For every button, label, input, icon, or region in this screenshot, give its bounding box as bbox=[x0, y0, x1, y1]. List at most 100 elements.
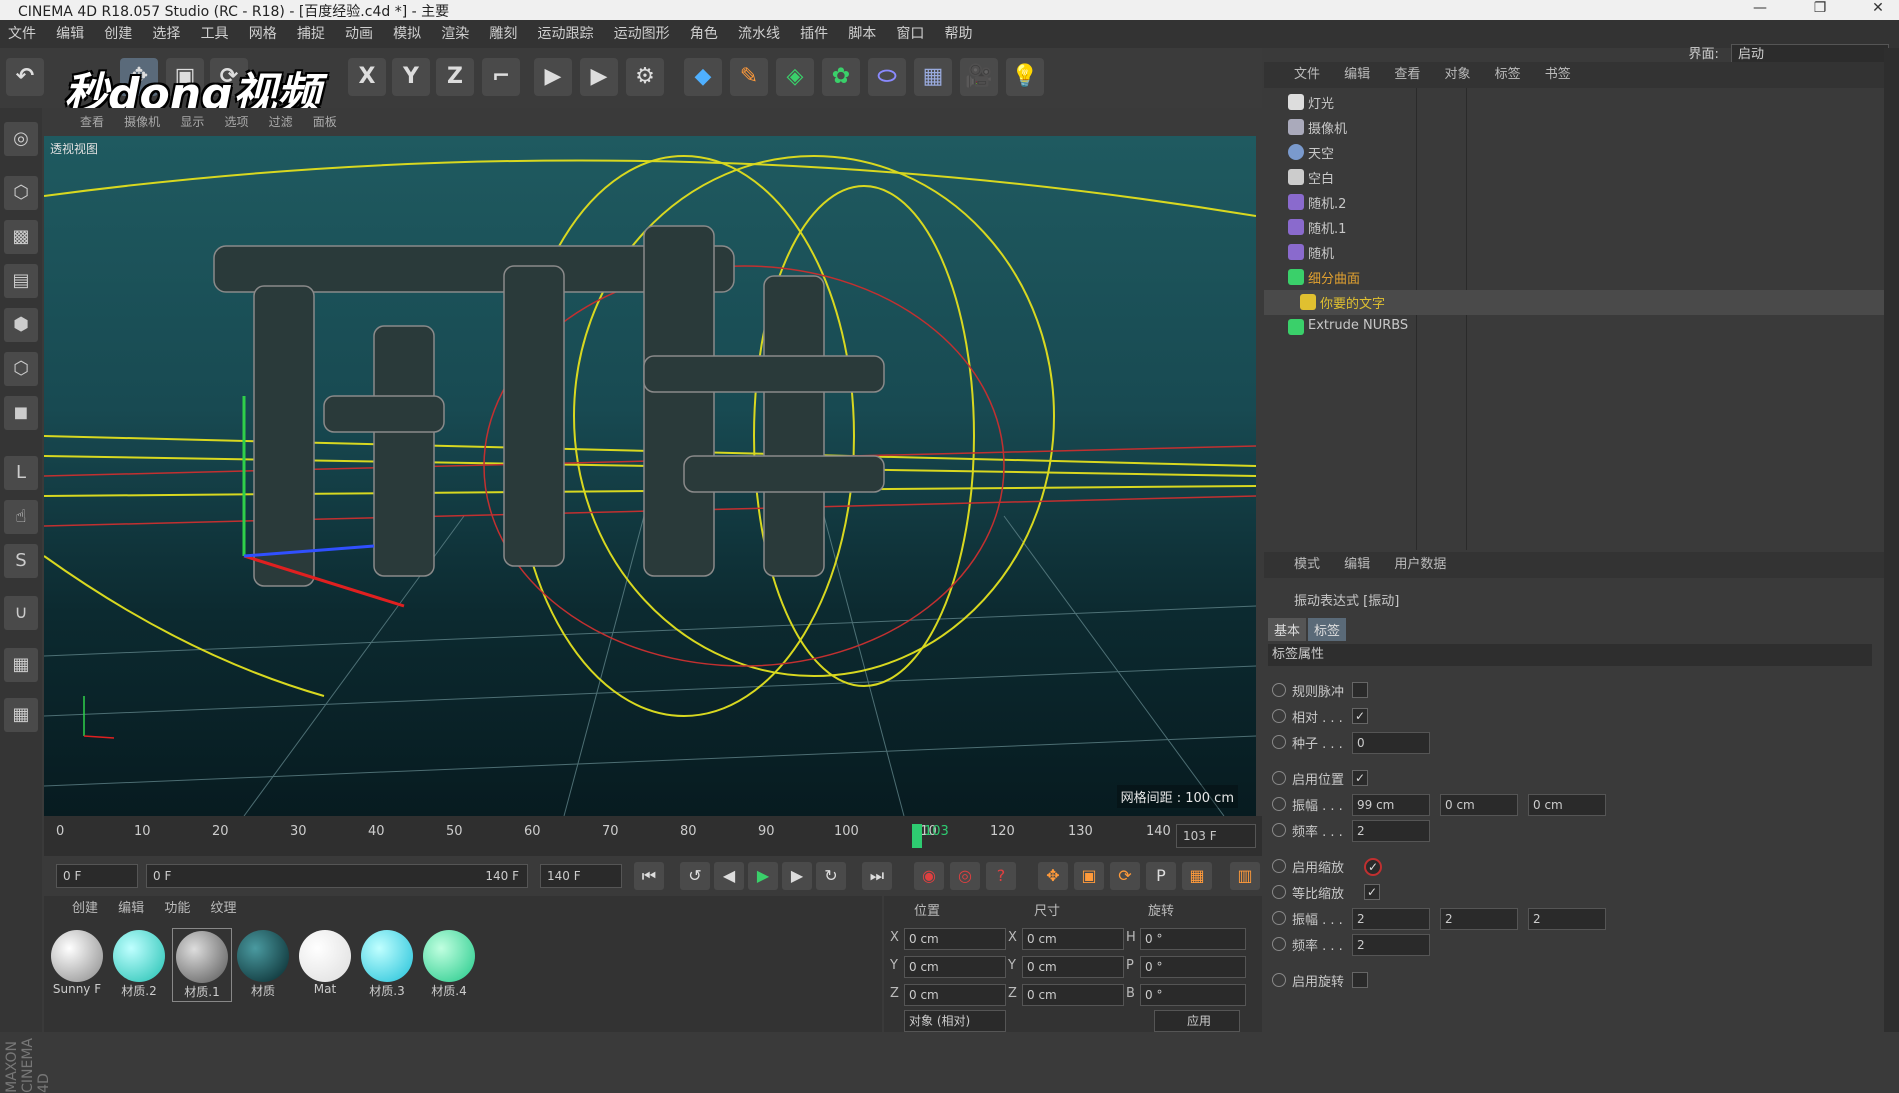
magnet-icon[interactable]: ∪ bbox=[4, 596, 38, 630]
anim-radio[interactable] bbox=[1272, 885, 1286, 899]
anim-radio[interactable] bbox=[1272, 859, 1286, 873]
menu-character[interactable]: 角色 bbox=[682, 20, 726, 48]
object-row[interactable]: 随机.2 bbox=[1264, 190, 1884, 215]
polygons-mode-icon[interactable]: ◼ bbox=[4, 396, 38, 430]
tab-tag[interactable]: 标签 bbox=[1308, 618, 1347, 641]
attribute-menu-userdata[interactable]: 用户数据 bbox=[1384, 552, 1456, 578]
attr-checkbox[interactable]: ✓ bbox=[1352, 708, 1368, 724]
render-settings-icon[interactable]: ⚙ bbox=[626, 58, 664, 96]
key-scale-icon[interactable]: ▣ bbox=[1074, 862, 1104, 890]
object-row[interactable]: 摄像机 bbox=[1264, 115, 1884, 140]
viewport-menu-view[interactable]: 查看 bbox=[72, 108, 112, 136]
current-frame-field[interactable]: 103 F bbox=[1176, 824, 1256, 848]
keyframe-selection-icon[interactable]: ? bbox=[986, 862, 1016, 890]
menu-create[interactable]: 创建 bbox=[96, 20, 140, 48]
scale-amplitude-y-field[interactable]: 2 bbox=[1440, 908, 1518, 930]
scale-amplitude-x-field[interactable]: 2 bbox=[1352, 908, 1430, 930]
coord-pos-field[interactable]: 0 cm bbox=[904, 956, 1006, 978]
timeline[interactable]: 0 10 20 30 40 50 60 70 80 90 100 110 120… bbox=[44, 816, 1262, 856]
coord-size-field[interactable]: 0 cm bbox=[1022, 956, 1124, 978]
attr-checkbox[interactable]: ✓ bbox=[1352, 770, 1368, 786]
pen-icon[interactable]: ✎ bbox=[730, 58, 768, 96]
lock-workplane-icon[interactable]: ▦ bbox=[4, 648, 38, 682]
object-menu-objects[interactable]: 对象 bbox=[1434, 62, 1480, 88]
tweak-icon[interactable]: ☝ bbox=[4, 500, 38, 534]
prev-frame-icon[interactable]: ◀ bbox=[714, 862, 744, 890]
x-axis-button[interactable]: X bbox=[348, 58, 386, 96]
coordinate-system-icon[interactable]: ⌐ bbox=[482, 58, 520, 96]
axis-icon[interactable]: L bbox=[4, 456, 38, 490]
apply-button[interactable]: 应用 bbox=[1154, 1010, 1240, 1032]
end-frame-field[interactable]: 140 F bbox=[540, 864, 622, 888]
menu-simulate[interactable]: 模拟 bbox=[385, 20, 429, 48]
next-frame-icon[interactable]: ▶ bbox=[782, 862, 812, 890]
play-backwards-icon[interactable]: ↺ bbox=[680, 862, 710, 890]
menu-snap[interactable]: 捕捉 bbox=[289, 20, 333, 48]
coord-pos-field[interactable]: 0 cm bbox=[904, 984, 1006, 1006]
menu-script[interactable]: 脚本 bbox=[840, 20, 884, 48]
material-menu-texture[interactable]: 纹理 bbox=[202, 896, 244, 922]
menu-plugins[interactable]: 插件 bbox=[792, 20, 836, 48]
anim-radio[interactable] bbox=[1272, 911, 1286, 925]
menu-edit[interactable]: 编辑 bbox=[48, 20, 92, 48]
menu-mograph[interactable]: 运动图形 bbox=[606, 20, 678, 48]
coord-rot-field[interactable]: 0 ° bbox=[1140, 984, 1246, 1006]
object-row[interactable]: 细分曲面 bbox=[1264, 265, 1884, 290]
frequency-field[interactable]: 2 bbox=[1352, 820, 1430, 842]
object-row[interactable]: 随机.1 bbox=[1264, 215, 1884, 240]
coord-size-field[interactable]: 0 cm bbox=[1022, 984, 1124, 1006]
start-frame-field[interactable]: 0 F bbox=[56, 864, 138, 888]
anim-radio[interactable] bbox=[1272, 709, 1286, 723]
viewport-menu-display[interactable]: 显示 bbox=[172, 108, 212, 136]
coord-size-field[interactable]: 0 cm bbox=[1022, 928, 1124, 950]
loop-icon[interactable]: ↻ bbox=[816, 862, 846, 890]
cloner-icon[interactable]: ✿ bbox=[822, 58, 860, 96]
menu-file[interactable]: 文件 bbox=[0, 20, 44, 48]
material-menu-edit[interactable]: 编辑 bbox=[110, 896, 152, 922]
z-axis-button[interactable]: Z bbox=[436, 58, 474, 96]
anim-radio[interactable] bbox=[1272, 937, 1286, 951]
timeline-window-icon[interactable]: ▥ bbox=[1230, 862, 1260, 890]
object-row[interactable]: 天空 bbox=[1264, 140, 1884, 165]
object-menu-file[interactable]: 文件 bbox=[1284, 62, 1330, 88]
scale-amplitude-z-field[interactable]: 2 bbox=[1528, 908, 1606, 930]
material-menu-create[interactable]: 创建 bbox=[64, 896, 106, 922]
object-row[interactable]: 随机 bbox=[1264, 240, 1884, 265]
anim-radio[interactable] bbox=[1272, 683, 1286, 697]
playhead[interactable] bbox=[912, 824, 922, 848]
camera-icon[interactable]: 🎥 bbox=[960, 58, 998, 96]
snap-icon[interactable]: S bbox=[4, 544, 38, 578]
attribute-menu-edit[interactable]: 编辑 bbox=[1334, 552, 1380, 578]
workplane-icon[interactable]: ▤ bbox=[4, 264, 38, 298]
render-view-icon[interactable]: ▶ bbox=[534, 58, 572, 96]
object-row[interactable]: Extrude NURBS bbox=[1264, 315, 1884, 340]
minimize-icon[interactable]: — bbox=[1740, 0, 1780, 16]
material-swatch[interactable]: 材质 bbox=[234, 928, 292, 1000]
anim-radio[interactable] bbox=[1272, 823, 1286, 837]
amplitude-x-field[interactable]: 99 cm bbox=[1352, 794, 1430, 816]
points-mode-icon[interactable]: ⬢ bbox=[4, 308, 38, 342]
subdivision-icon[interactable]: ◈ bbox=[776, 58, 814, 96]
viewport-menu-options[interactable]: 选项 bbox=[216, 108, 256, 136]
attr-checkbox[interactable] bbox=[1352, 682, 1368, 698]
key-rotation-icon[interactable]: ⟳ bbox=[1110, 862, 1140, 890]
anim-radio[interactable] bbox=[1272, 797, 1286, 811]
object-row[interactable]: 灯光 bbox=[1264, 90, 1884, 115]
y-axis-button[interactable]: Y bbox=[392, 58, 430, 96]
object-row[interactable]: 空白 bbox=[1264, 165, 1884, 190]
menu-motion-tracking[interactable]: 运动跟踪 bbox=[530, 20, 602, 48]
menu-window[interactable]: 窗口 bbox=[888, 20, 932, 48]
material-swatch[interactable]: 材质.2 bbox=[110, 928, 168, 1000]
light-icon[interactable]: 💡 bbox=[1006, 58, 1044, 96]
material-swatch[interactable]: Sunny F bbox=[48, 928, 106, 1000]
menu-render[interactable]: 渲染 bbox=[433, 20, 477, 48]
enable-rotation-checkbox[interactable] bbox=[1352, 972, 1368, 988]
menu-mesh[interactable]: 网格 bbox=[241, 20, 285, 48]
menu-help[interactable]: 帮助 bbox=[937, 20, 981, 48]
deformer-icon[interactable]: ⬭ bbox=[868, 58, 906, 96]
make-editable-icon[interactable]: ◎ bbox=[4, 122, 38, 156]
enable-scale-checkbox[interactable]: ✓ bbox=[1364, 858, 1382, 876]
anim-radio[interactable] bbox=[1272, 973, 1286, 987]
go-to-start-icon[interactable]: ⏮ bbox=[634, 862, 664, 890]
menu-sculpt[interactable]: 雕刻 bbox=[481, 20, 525, 48]
